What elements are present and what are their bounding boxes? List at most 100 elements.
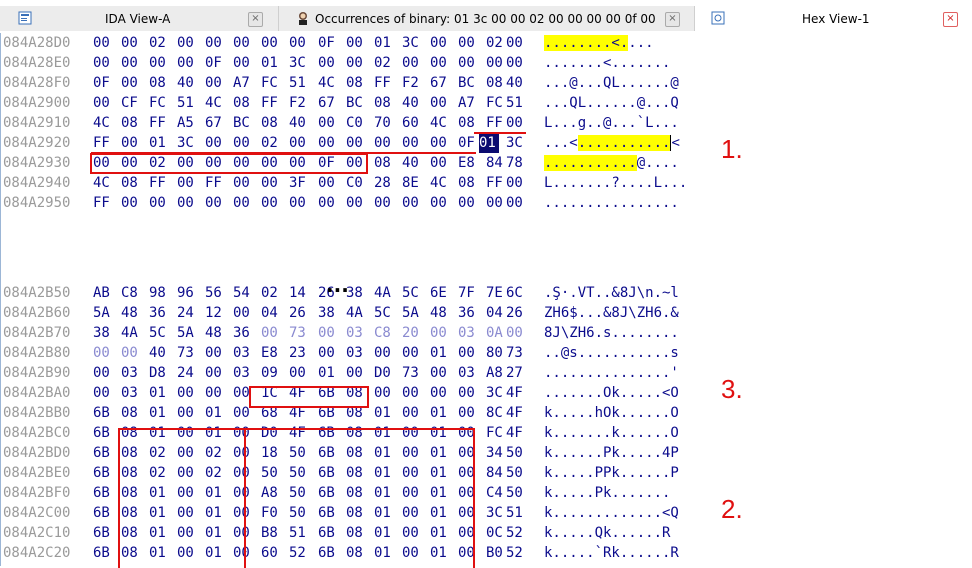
hex-byte[interactable]: 00: [430, 33, 450, 53]
hex-byte[interactable]: 00: [289, 33, 309, 53]
hex-byte[interactable]: 00: [430, 193, 450, 213]
hex-byte[interactable]: 6B: [93, 403, 113, 423]
hex-byte[interactable]: 00: [430, 363, 450, 383]
ascii-column[interactable]: k.....PPk......P: [544, 463, 679, 483]
hex-byte[interactable]: 03: [121, 383, 141, 403]
hex-byte[interactable]: 00: [506, 33, 526, 53]
hex-byte[interactable]: 00: [261, 193, 281, 213]
hex-byte[interactable]: 00: [318, 133, 338, 153]
hex-byte[interactable]: 01: [149, 403, 169, 423]
hex-byte[interactable]: 00: [346, 193, 366, 213]
hex-byte[interactable]: 00: [374, 383, 394, 403]
hex-byte[interactable]: 00: [486, 53, 506, 73]
hex-byte[interactable]: 26: [289, 303, 309, 323]
hex-byte[interactable]: 08: [121, 173, 141, 193]
hex-byte[interactable]: 26: [506, 303, 526, 323]
hex-row[interactable]: 084A2950 FF 00 00 00 00 00 00 00 00 00 00 00 00 00 00 00…: [1, 193, 972, 213]
hex-view-panel[interactable]: 084A2C20 6B 08 01 00 01 00 60 52 6B 08 01 00 01 00 B0 52…: [0, 33, 972, 568]
hex-row[interactable]: 084A2B60 5A 48 36 24 12 00 04 26 38 4A 5C 5A 48 36 04 26…: [1, 303, 972, 323]
hex-byte[interactable]: 7F: [458, 283, 478, 303]
hex-byte[interactable]: 09: [261, 363, 281, 383]
hex-byte[interactable]: E8: [261, 343, 281, 363]
hex-byte[interactable]: F2: [289, 93, 309, 113]
hex-byte[interactable]: 00: [121, 53, 141, 73]
ascii-column[interactable]: .......<.......: [544, 53, 670, 73]
hex-byte[interactable]: 02: [374, 53, 394, 73]
hex-byte[interactable]: 38: [318, 303, 338, 323]
hex-byte[interactable]: 00: [402, 403, 422, 423]
hex-byte[interactable]: 00: [205, 33, 225, 53]
hex-byte[interactable]: 5A: [177, 323, 197, 343]
hex-byte[interactable]: 00: [121, 73, 141, 93]
hex-byte[interactable]: 08: [149, 73, 169, 93]
hex-byte[interactable]: 00: [205, 133, 225, 153]
hex-byte[interactable]: 38: [93, 323, 113, 343]
hex-byte[interactable]: 00: [402, 343, 422, 363]
hex-byte[interactable]: 6E: [430, 283, 450, 303]
hex-byte[interactable]: 00: [318, 173, 338, 193]
hex-byte[interactable]: 20: [402, 323, 422, 343]
hex-byte[interactable]: 34: [486, 443, 506, 463]
hex-byte[interactable]: 00: [430, 93, 450, 113]
hex-byte[interactable]: C0: [346, 113, 366, 133]
hex-byte[interactable]: 01: [374, 403, 394, 423]
ascii-column[interactable]: .......Ok.....<O: [544, 383, 679, 403]
hex-byte[interactable]: 04: [261, 303, 281, 323]
hex-byte[interactable]: 00: [402, 193, 422, 213]
hex-byte[interactable]: 67: [205, 113, 225, 133]
hex-byte[interactable]: 08: [233, 93, 253, 113]
tab-hex-view[interactable]: Hex View-1 ×: [695, 6, 972, 31]
hex-byte[interactable]: 02: [261, 283, 281, 303]
hex-byte[interactable]: 73: [289, 323, 309, 343]
hex-byte[interactable]: 5A: [402, 303, 422, 323]
ascii-column[interactable]: k......Pk.....4P: [544, 443, 679, 463]
hex-byte[interactable]: 50: [506, 443, 526, 463]
hex-byte[interactable]: 08: [121, 113, 141, 133]
hex-byte[interactable]: 01: [430, 403, 450, 423]
hex-byte[interactable]: AB: [93, 283, 113, 303]
hex-byte[interactable]: 08: [261, 113, 281, 133]
hex-byte[interactable]: 00: [506, 193, 526, 213]
hex-byte[interactable]: 01: [479, 133, 499, 153]
hex-byte[interactable]: 00: [506, 53, 526, 73]
hex-byte[interactable]: 08: [374, 153, 394, 173]
hex-byte[interactable]: 08: [458, 173, 478, 193]
hex-byte[interactable]: 01: [374, 33, 394, 53]
hex-byte[interactable]: 4C: [430, 173, 450, 193]
hex-byte[interactable]: 00: [402, 133, 422, 153]
hex-byte[interactable]: 00: [289, 133, 309, 153]
hex-byte[interactable]: 08: [121, 403, 141, 423]
hex-byte[interactable]: 00: [374, 343, 394, 363]
hex-byte[interactable]: 3C: [289, 53, 309, 73]
hex-byte[interactable]: BC: [233, 113, 253, 133]
ascii-column[interactable]: ...............': [544, 363, 679, 383]
ascii-column[interactable]: ...QL......@...Q: [544, 93, 679, 113]
hex-byte[interactable]: E8: [458, 153, 478, 173]
ascii-column[interactable]: k.....`Rk......R: [544, 543, 679, 563]
hex-byte[interactable]: 56: [205, 283, 225, 303]
hex-row[interactable]: 084A28E0 00 00 00 00 0F 00 01 3C 00 00 02 00 00 00 00 00…: [1, 53, 972, 73]
hex-byte[interactable]: FC: [486, 93, 506, 113]
ascii-column[interactable]: k.......k......O: [544, 423, 679, 443]
hex-byte[interactable]: 00: [177, 53, 197, 73]
hex-byte[interactable]: 00: [261, 33, 281, 53]
hex-byte[interactable]: 00: [346, 33, 366, 53]
ascii-column[interactable]: ...........@....: [544, 153, 679, 173]
hex-byte[interactable]: 48: [205, 323, 225, 343]
hex-byte[interactable]: FC: [261, 73, 281, 93]
close-icon[interactable]: ×: [943, 12, 958, 27]
hex-byte[interactable]: 38: [346, 283, 366, 303]
ascii-column[interactable]: k.....hOk......O: [544, 403, 679, 423]
hex-byte[interactable]: 00: [318, 113, 338, 133]
hex-byte[interactable]: 40: [149, 343, 169, 363]
hex-byte[interactable]: 00: [318, 193, 338, 213]
hex-byte[interactable]: 00: [205, 73, 225, 93]
hex-byte[interactable]: 00: [430, 153, 450, 173]
hex-byte[interactable]: 36: [458, 303, 478, 323]
hex-byte[interactable]: 00: [458, 403, 478, 423]
hex-row[interactable]: 084A2B90 00 03 D8 24 00 03 09 00 01 00 D0 73 00 03 A8 27…: [1, 363, 972, 383]
hex-byte[interactable]: 00: [346, 53, 366, 73]
hex-byte[interactable]: FC: [486, 423, 506, 443]
hex-byte[interactable]: 6B: [93, 423, 113, 443]
hex-byte[interactable]: 7E: [486, 283, 506, 303]
